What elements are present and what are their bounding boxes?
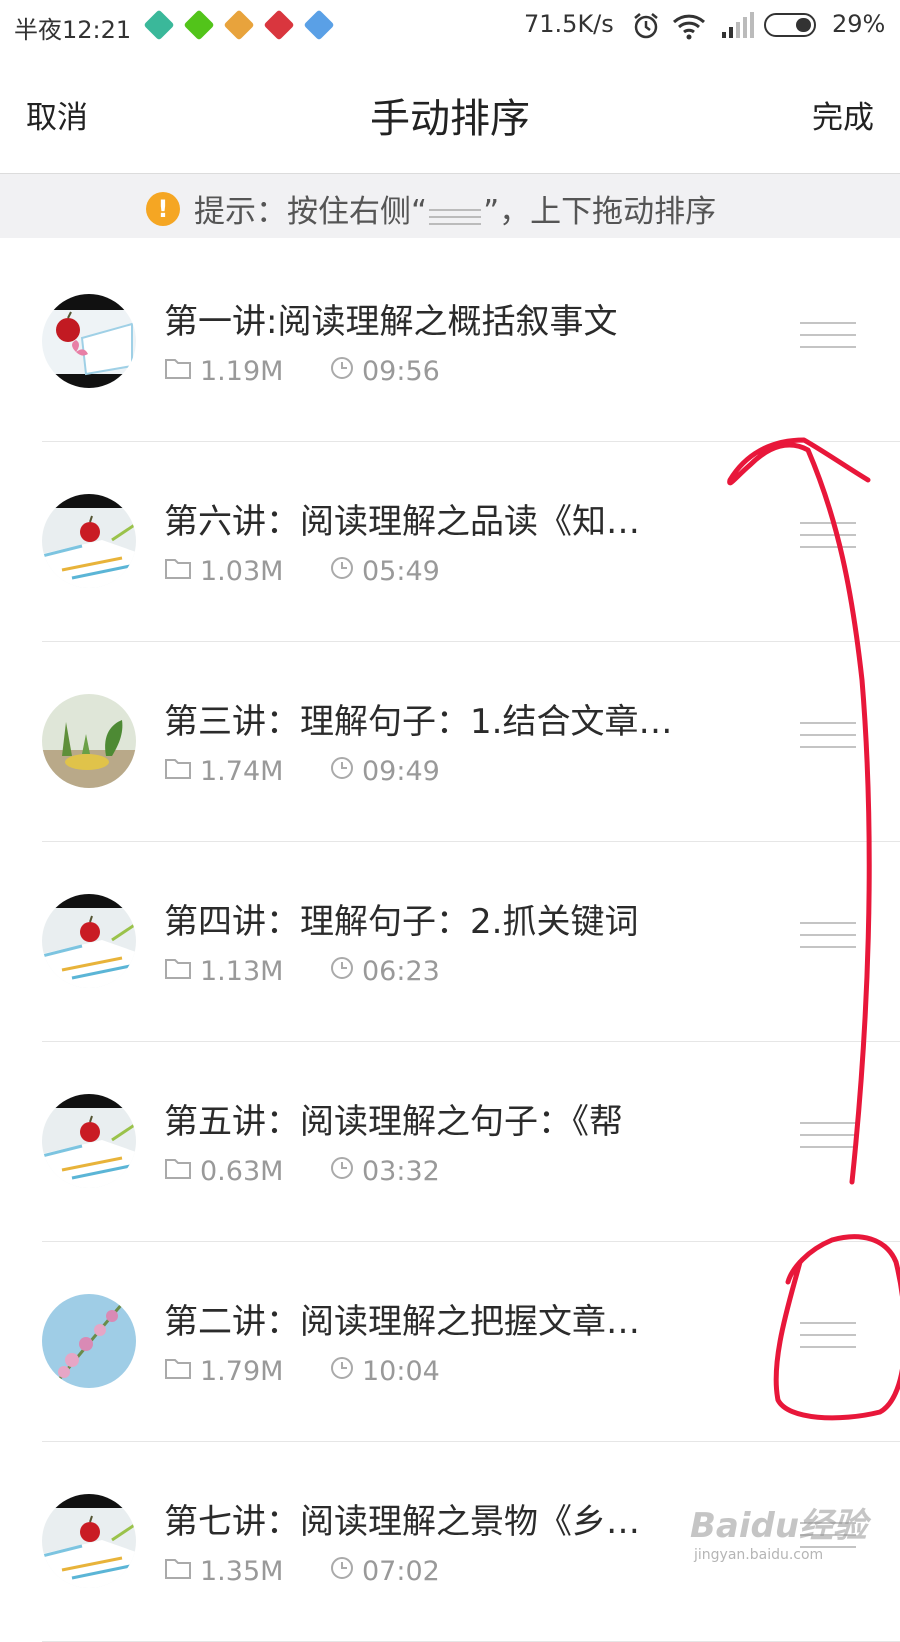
lesson-item[interactable]: 第三讲：理解句子：1.结合文章… 1.74M 09:49 xyxy=(0,638,900,842)
lesson-thumbnail xyxy=(42,494,136,588)
lesson-thumbnail xyxy=(42,294,136,388)
lesson-title: 第二讲：阅读理解之把握文章… xyxy=(164,1302,640,1342)
file-size: 1.13M xyxy=(200,956,284,987)
lesson-thumbnail xyxy=(42,894,136,988)
clock-icon xyxy=(330,556,354,587)
alarm-icon xyxy=(632,12,660,44)
duration: 09:49 xyxy=(362,756,440,787)
network-speed: 71.5K/s xyxy=(524,10,614,38)
drag-handle-icon[interactable] xyxy=(800,320,856,352)
duration: 06:23 xyxy=(362,956,440,987)
drag-handle-icon[interactable] xyxy=(800,1320,856,1352)
lesson-item[interactable]: 第四讲：理解句子：2.抓关键词 1.13M 06:23 xyxy=(0,838,900,1042)
exclamation-icon: ! xyxy=(146,191,180,226)
lesson-title: 第六讲：阅读理解之品读《知… xyxy=(164,502,640,542)
drag-handle-icon[interactable] xyxy=(800,720,856,752)
folder-icon xyxy=(164,956,192,987)
folder-icon xyxy=(164,1556,192,1587)
lesson-item[interactable]: 第一讲:阅读理解之概括叙事文 1.19M 09:56 xyxy=(0,238,900,442)
drag-handle-glyph-icon xyxy=(429,203,482,225)
lesson-meta: 1.74M 09:49 xyxy=(164,756,440,787)
file-size: 1.35M xyxy=(200,1556,284,1587)
signal-icon xyxy=(720,12,754,42)
file-size: 1.74M xyxy=(200,756,284,787)
drag-handle-icon[interactable] xyxy=(800,920,856,952)
watermark-url: jingyan.baidu.com xyxy=(694,1547,824,1563)
lesson-meta: 1.79M 10:04 xyxy=(164,1356,440,1387)
app-notification-icon xyxy=(140,6,178,44)
lesson-thumbnail xyxy=(42,694,136,788)
lesson-thumbnail xyxy=(42,1094,136,1188)
duration: 05:49 xyxy=(362,556,440,587)
notification-icons xyxy=(140,6,338,44)
watermark-brand: Baidu经验 xyxy=(690,1506,868,1546)
drag-handle-icon[interactable] xyxy=(800,1120,856,1152)
file-size: 0.63M xyxy=(200,1156,284,1187)
lesson-title: 第四讲：理解句子：2.抓关键词 xyxy=(164,902,639,942)
app-notification-icon xyxy=(180,6,218,44)
lesson-title: 第七讲：阅读理解之景物《乡… xyxy=(164,1502,640,1542)
lesson-item[interactable]: 第五讲：阅读理解之句子：《帮 0.63M 03:32 xyxy=(0,1038,900,1242)
file-size: 1.79M xyxy=(200,1356,284,1387)
clock-icon xyxy=(330,1556,354,1587)
lesson-meta: 0.63M 03:32 xyxy=(164,1156,440,1187)
app-notification-icon xyxy=(220,6,258,44)
duration: 07:02 xyxy=(362,1556,440,1587)
status-bar: 半夜12:21 71.5K/s 29% xyxy=(0,0,900,52)
lesson-title: 第五讲：阅读理解之句子：《帮 xyxy=(164,1102,623,1142)
drag-handle-icon[interactable] xyxy=(800,520,856,552)
duration: 09:56 xyxy=(362,356,440,387)
done-button[interactable]: 完成 xyxy=(812,92,874,137)
app-notification-icon xyxy=(300,6,338,44)
lesson-thumbnail xyxy=(42,1294,136,1388)
clock-icon xyxy=(330,1356,354,1387)
folder-icon xyxy=(164,1356,192,1387)
folder-icon xyxy=(164,1156,192,1187)
status-time: 半夜12:21 xyxy=(14,16,132,44)
lesson-meta: 1.13M 06:23 xyxy=(164,956,440,987)
lesson-item[interactable]: 第二讲：阅读理解之把握文章… 1.79M 10:04 xyxy=(0,1238,900,1442)
duration: 03:32 xyxy=(362,1156,440,1187)
app-notification-icon xyxy=(260,6,298,44)
lesson-title: 第一讲:阅读理解之概括叙事文 xyxy=(164,302,618,342)
watermark: Baidu经验 jingyan.baidu.com xyxy=(690,1498,867,1563)
file-size: 1.19M xyxy=(200,356,284,387)
hint-text: 提示：按住右侧“ ”，上下拖动排序 xyxy=(194,186,716,231)
battery-percent: 29% xyxy=(832,10,886,38)
clock-icon xyxy=(330,956,354,987)
folder-icon xyxy=(164,556,192,587)
clock-icon xyxy=(330,756,354,787)
lesson-meta: 1.03M 05:49 xyxy=(164,556,440,587)
nav-bar: 取消 手动排序 完成 xyxy=(0,52,900,174)
clock-icon xyxy=(330,1156,354,1187)
clock-icon xyxy=(330,356,354,387)
hint-suffix: ”，上下拖动排序 xyxy=(483,194,717,230)
folder-icon xyxy=(164,356,192,387)
lesson-thumbnail xyxy=(42,1494,136,1588)
lesson-meta: 1.19M 09:56 xyxy=(164,356,440,387)
battery-icon xyxy=(764,13,816,37)
lesson-meta: 1.35M 07:02 xyxy=(164,1556,440,1587)
duration: 10:04 xyxy=(362,1356,440,1387)
page-title: 手动排序 xyxy=(370,96,530,142)
file-size: 1.03M xyxy=(200,556,284,587)
lesson-item[interactable]: 第六讲：阅读理解之品读《知… 1.03M 05:49 xyxy=(0,438,900,642)
folder-icon xyxy=(164,756,192,787)
hint-prefix: 提示：按住右侧“ xyxy=(194,194,428,230)
lesson-title: 第三讲：理解句子：1.结合文章… xyxy=(164,702,673,742)
hint-bar: ! 提示：按住右侧“ ”，上下拖动排序 xyxy=(0,174,900,238)
wifi-icon xyxy=(672,12,706,44)
